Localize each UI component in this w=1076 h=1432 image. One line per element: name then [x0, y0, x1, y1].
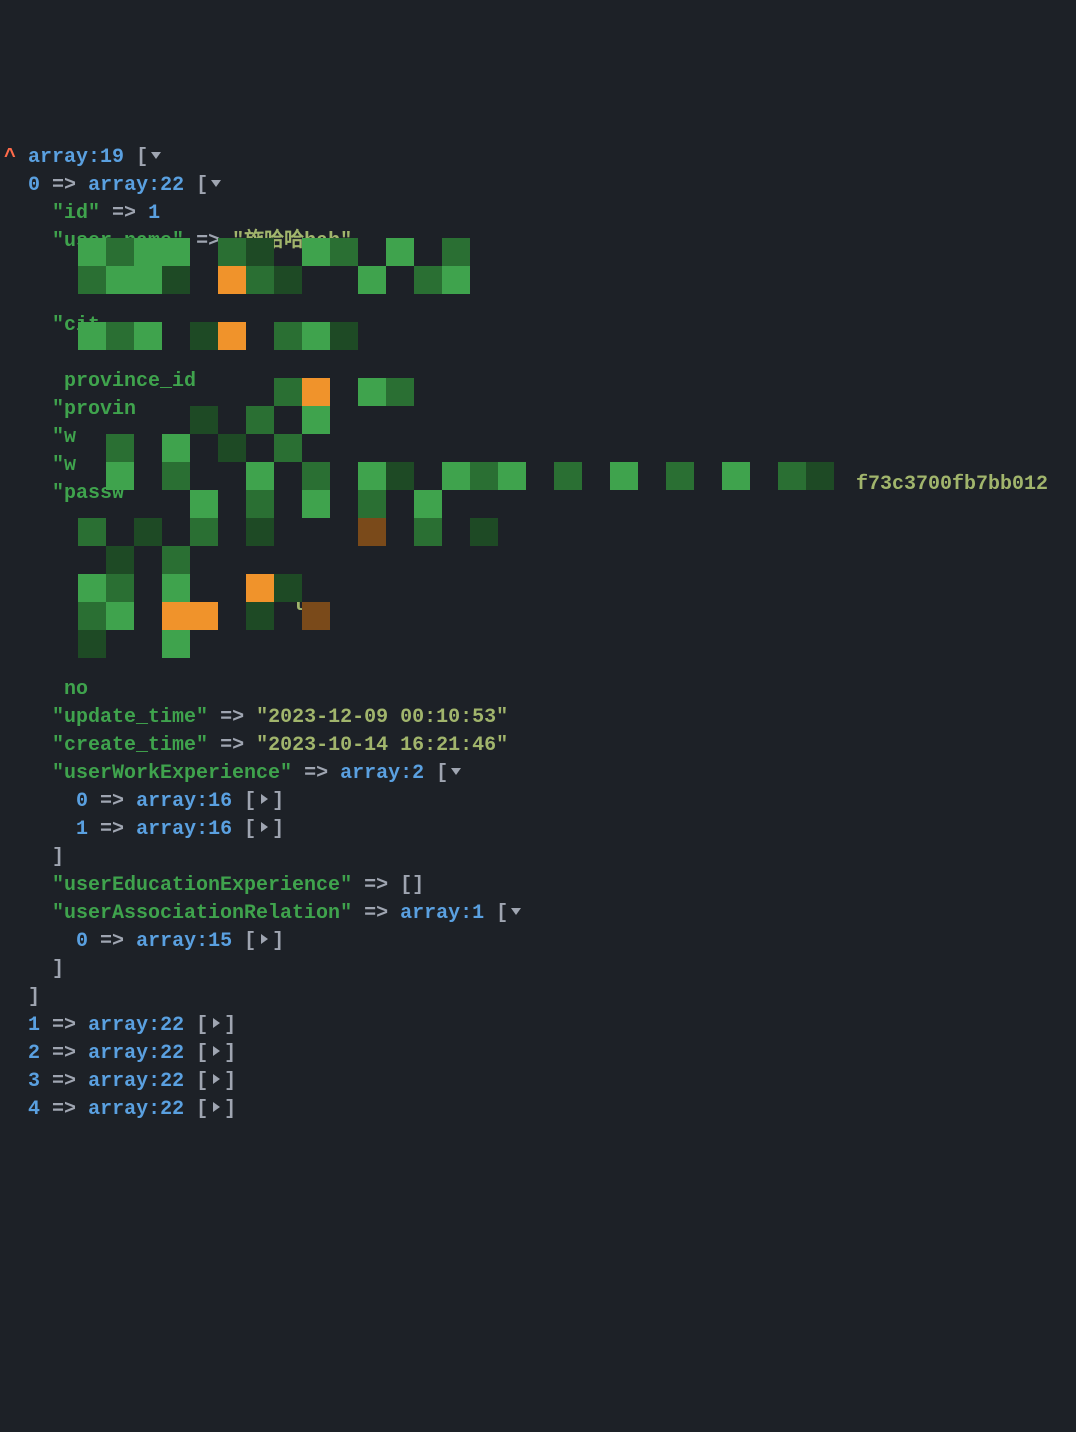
- bracket-open: [: [244, 818, 256, 841]
- key-w-fragment-2: "w: [52, 454, 76, 477]
- bracket-open: [: [196, 1042, 208, 1065]
- uar-0-type[interactable]: array:15: [136, 930, 232, 953]
- chevron-right-icon[interactable]: [208, 1015, 224, 1031]
- key-province-id-fragment: province_id: [64, 370, 196, 393]
- key-user-education-experience: "userEducationExperience": [52, 874, 352, 897]
- chevron-right-icon[interactable]: [208, 1071, 224, 1087]
- bracket-open: [: [244, 930, 256, 953]
- chevron-right-icon[interactable]: [256, 931, 272, 947]
- chevron-down-icon[interactable]: [208, 175, 224, 191]
- bracket-close: ]: [224, 1070, 236, 1093]
- uar-array-type[interactable]: array:1: [400, 902, 484, 925]
- arrow: =>: [364, 874, 388, 897]
- uar-index-0[interactable]: 0: [76, 930, 88, 953]
- value-id: 1: [148, 202, 160, 225]
- bracket-open: [: [244, 790, 256, 813]
- uwe-0-type[interactable]: array:16: [136, 790, 232, 813]
- key-user-association-relation: "userAssociationRelation": [52, 902, 352, 925]
- chevron-right-icon[interactable]: [208, 1043, 224, 1059]
- bracket-close: ]: [272, 818, 284, 841]
- array-type-4[interactable]: array:22: [88, 1098, 184, 1121]
- bracket-open: [: [196, 174, 208, 197]
- value-user-name: "施哈哈hah": [232, 230, 352, 253]
- uwe-array-type[interactable]: array:2: [340, 762, 424, 785]
- uwe-index-0[interactable]: 0: [76, 790, 88, 813]
- arrow: =>: [220, 734, 244, 757]
- l-fragment: l: [292, 594, 304, 617]
- uee-empty-array: []: [400, 874, 424, 897]
- bracket-close: ]: [224, 1098, 236, 1121]
- bracket-open: [: [196, 1098, 208, 1121]
- key-cit-fragment: "cit: [52, 314, 100, 337]
- key-create-time: "create_time": [52, 734, 208, 757]
- array-type-2[interactable]: array:22: [88, 1042, 184, 1065]
- var-dump-output: ^ array:19 [ 0 => array:22 [ "id" => 1 "…: [4, 116, 1076, 1292]
- chevron-right-icon[interactable]: [208, 1099, 224, 1115]
- bracket-close: ]: [272, 790, 284, 813]
- arrow: =>: [100, 930, 124, 953]
- uar-bracket-close: ]: [52, 958, 64, 981]
- chevron-down-icon[interactable]: [148, 147, 164, 163]
- array-type-1[interactable]: array:22: [88, 1014, 184, 1037]
- idx0-bracket-close: ]: [28, 986, 40, 1009]
- arrow: =>: [112, 202, 136, 225]
- bracket-open: [: [496, 902, 508, 925]
- bracket-close: ]: [272, 930, 284, 953]
- arrow: =>: [364, 902, 388, 925]
- value-create-time: "2023-10-14 16:21:46": [256, 734, 508, 757]
- arrow: =>: [52, 1042, 76, 1065]
- arrow: =>: [196, 230, 220, 253]
- chevron-right-icon[interactable]: [256, 819, 272, 835]
- key-password-fragment: "passw: [52, 482, 124, 505]
- array-type-3[interactable]: array:22: [88, 1070, 184, 1093]
- password-hash-visible-fragment: f73c3700fb7bb012: [856, 471, 1048, 499]
- arrow: =>: [220, 706, 244, 729]
- bracket-open: [: [196, 1070, 208, 1093]
- key-user-name: "user_name": [52, 230, 184, 253]
- uwe-1-type[interactable]: array:16: [136, 818, 232, 841]
- arrow: =>: [52, 1070, 76, 1093]
- key-update-time: "update_time": [52, 706, 208, 729]
- arrow: =>: [100, 790, 124, 813]
- array-index-2[interactable]: 2: [28, 1042, 40, 1065]
- arrow: =>: [100, 818, 124, 841]
- bracket-close: ]: [224, 1042, 236, 1065]
- key-provin-fragment: "provin: [52, 398, 136, 421]
- bracket-open: [: [196, 1014, 208, 1037]
- array-type-0[interactable]: array:22: [88, 174, 184, 197]
- bracket-open: [: [136, 146, 148, 169]
- chevron-down-icon[interactable]: [448, 763, 464, 779]
- arrow: =>: [52, 1098, 76, 1121]
- arrow: =>: [52, 174, 76, 197]
- root-array-type[interactable]: array:19: [28, 146, 124, 169]
- key-id: "id": [52, 202, 100, 225]
- no-fragment: no: [64, 678, 88, 701]
- arrow: =>: [304, 762, 328, 785]
- caret-icon: ^: [4, 146, 16, 169]
- pixelation-overlay: [64, 238, 884, 664]
- uwe-index-1[interactable]: 1: [76, 818, 88, 841]
- bracket-open: [: [436, 762, 448, 785]
- arrow: =>: [52, 1014, 76, 1037]
- chevron-down-icon[interactable]: [508, 903, 524, 919]
- bracket-close: ]: [224, 1014, 236, 1037]
- array-index-0[interactable]: 0: [28, 174, 40, 197]
- uwe-bracket-close: ]: [52, 846, 64, 869]
- array-index-4[interactable]: 4: [28, 1098, 40, 1121]
- array-index-3[interactable]: 3: [28, 1070, 40, 1093]
- chevron-right-icon[interactable]: [256, 791, 272, 807]
- array-index-1[interactable]: 1: [28, 1014, 40, 1037]
- value-update-time: "2023-12-09 00:10:53": [256, 706, 508, 729]
- key-user-work-experience: "userWorkExperience": [52, 762, 292, 785]
- key-w-fragment-1: "w: [52, 426, 76, 449]
